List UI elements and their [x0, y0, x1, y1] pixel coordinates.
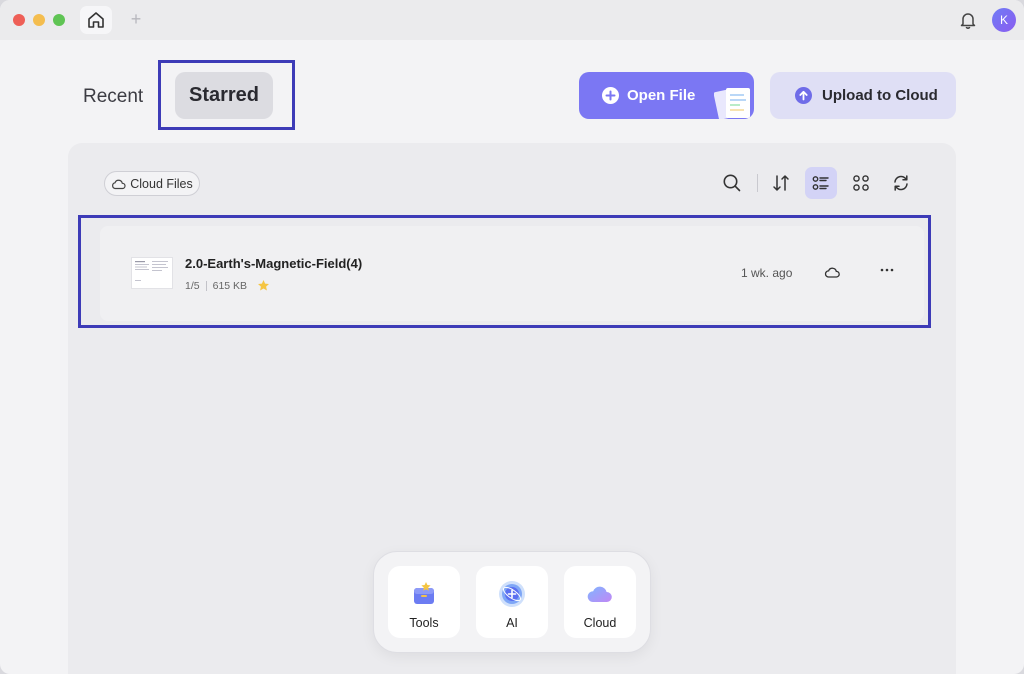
sort-icon [773, 175, 789, 191]
grid-view-icon [853, 175, 869, 191]
ai-orb-icon [499, 581, 525, 607]
app-window: + K Recent Starred Open File Upload to C… [0, 0, 1024, 674]
toolbar-divider [757, 174, 758, 192]
cloud-upload-status-icon[interactable] [824, 264, 841, 281]
open-file-label: Open File [627, 87, 696, 104]
file-meta: 1/5 615 KB [185, 279, 270, 292]
file-modified-time: 1 wk. ago [741, 266, 793, 280]
refresh-button[interactable] [885, 167, 917, 199]
search-button[interactable] [716, 167, 748, 199]
upload-arrow-icon [795, 87, 812, 104]
star-icon[interactable] [257, 279, 270, 292]
file-list-item[interactable] [100, 226, 924, 321]
cloud-icon [587, 586, 612, 602]
more-options-button[interactable] [879, 262, 895, 281]
sort-button[interactable] [765, 167, 797, 199]
more-horizontal-icon [880, 268, 894, 272]
cloud-outline-icon [112, 179, 126, 189]
title-bar: + K [0, 0, 1024, 40]
open-file-button[interactable]: Open File [579, 72, 754, 119]
dock-cloud-button[interactable]: Cloud [564, 566, 636, 638]
cloud-files-label: Cloud Files [130, 176, 193, 191]
zoom-window-button[interactable] [53, 14, 65, 26]
home-icon [88, 12, 104, 28]
dock-ai-label: AI [506, 616, 518, 630]
plus-circle-icon [602, 87, 619, 104]
file-size: 615 KB [212, 279, 248, 292]
meta-divider [205, 280, 207, 291]
upload-to-cloud-button[interactable]: Upload to Cloud [770, 72, 956, 119]
plus-icon: + [130, 9, 142, 29]
dock-cloud-label: Cloud [583, 616, 617, 630]
cloud-files-filter[interactable]: Cloud Files [104, 171, 200, 196]
bell-icon [960, 13, 976, 29]
dock-ai-button[interactable]: AI [476, 566, 548, 638]
list-view-button[interactable] [805, 167, 837, 199]
new-tab-button[interactable]: + [126, 9, 146, 29]
documents-illustration-icon [714, 88, 750, 119]
file-name: 2.0-Earth's-Magnetic-Field(4) [185, 256, 363, 271]
home-tab[interactable] [80, 6, 112, 34]
file-thumbnail [131, 257, 173, 289]
upload-to-cloud-label: Upload to Cloud [822, 87, 938, 104]
user-avatar[interactable]: K [992, 8, 1016, 32]
tab-recent[interactable]: Recent [83, 84, 143, 110]
file-pages: 1/5 [185, 279, 200, 292]
search-icon [723, 174, 741, 192]
notifications-button[interactable] [957, 9, 979, 31]
list-view-icon [812, 176, 829, 190]
dock-tools-label: Tools [409, 616, 439, 630]
grid-view-button[interactable] [845, 167, 877, 199]
refresh-icon [894, 175, 908, 191]
close-window-button[interactable] [13, 14, 25, 26]
toolbox-icon [414, 582, 434, 604]
dock-tools-button[interactable]: Tools [388, 566, 460, 638]
tab-starred[interactable]: Starred [175, 72, 273, 119]
minimize-window-button[interactable] [33, 14, 45, 26]
